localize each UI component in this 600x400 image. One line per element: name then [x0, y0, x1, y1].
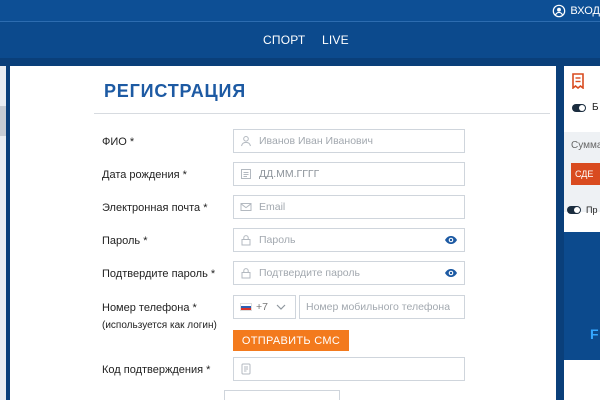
- country-code-value: +7: [256, 301, 268, 313]
- eye-icon[interactable]: [444, 234, 458, 246]
- left-sidebar-marker: [0, 106, 6, 136]
- phone-placeholder: Номер мобильного телефона: [306, 301, 451, 313]
- phone-sublabel: (используется как логин): [102, 320, 217, 331]
- place-bet-button[interactable]: СДЕ: [571, 163, 600, 185]
- left-sidebar-edge: [0, 66, 6, 400]
- toggle-label: Пр: [586, 205, 598, 215]
- email-label: Электронная почта *: [102, 202, 208, 214]
- confirmation-code-field[interactable]: [233, 357, 465, 381]
- registration-panel: РЕГИСТРАЦИЯ ФИО * Иванов Иван Иванович Д…: [10, 66, 556, 400]
- page-title: РЕГИСТРАЦИЯ: [104, 81, 246, 101]
- birthdate-field[interactable]: ДД.ММ.ГГГГ: [233, 162, 465, 186]
- send-sms-button[interactable]: ОТПРАВИТЬ СМС: [233, 330, 349, 351]
- user-icon: [241, 136, 251, 147]
- birthdate-placeholder: ДД.ММ.ГГГГ: [259, 168, 320, 180]
- phone-label: Номер телефона *: [102, 302, 197, 314]
- top-bar: ВХОД: [0, 0, 600, 22]
- login-link[interactable]: ВХОД: [552, 2, 600, 20]
- lock-icon: [241, 268, 251, 279]
- confirm-password-field[interactable]: Подтвердите пароль: [233, 261, 465, 285]
- email-field[interactable]: Email: [233, 195, 465, 219]
- amount-label: Сумма: [571, 140, 600, 151]
- user-circle-icon: [553, 4, 566, 18]
- confirm-password-placeholder: Подтвердите пароль: [259, 267, 361, 279]
- sms-code-icon: [241, 363, 251, 375]
- banner-text: F: [590, 326, 599, 342]
- birthdate-label: Дата рождения *: [102, 169, 187, 181]
- calendar-icon: [241, 169, 251, 179]
- login-label: ВХОД: [570, 5, 600, 17]
- bet-slip-icon: [572, 73, 584, 89]
- confirm-password-label: Подтвердите пароль *: [102, 268, 216, 280]
- russia-flag-icon: [240, 303, 252, 311]
- fullname-label: ФИО *: [102, 136, 135, 148]
- fullname-field[interactable]: Иванов Иван Иванович: [233, 129, 465, 153]
- nav-item-live[interactable]: LIVE: [322, 33, 349, 47]
- lock-icon: [241, 235, 251, 246]
- toggle-switch[interactable]: [572, 104, 586, 112]
- chevron-down-icon: [276, 304, 286, 310]
- envelope-icon: [240, 203, 252, 211]
- toggle-switch[interactable]: [567, 206, 581, 214]
- password-placeholder: Пароль: [259, 234, 296, 246]
- fullname-placeholder: Иванов Иван Иванович: [259, 135, 373, 147]
- phone-number-input[interactable]: Номер мобильного телефона: [299, 295, 465, 319]
- submit-button[interactable]: [224, 390, 340, 400]
- title-divider: [94, 113, 550, 114]
- confirmation-code-label: Код подтверждения *: [102, 364, 211, 376]
- toggle-label: Б: [592, 102, 599, 113]
- bet-slip-sidebar: Б Сумма СДЕ Пр F: [564, 66, 600, 400]
- main-nav: СПОРТ LIVE: [0, 23, 600, 58]
- eye-icon[interactable]: [444, 267, 458, 279]
- nav-item-sport[interactable]: СПОРТ: [263, 33, 305, 47]
- password-field[interactable]: Пароль: [233, 228, 465, 252]
- email-placeholder: Email: [259, 201, 286, 213]
- country-code-select[interactable]: +7: [233, 295, 296, 319]
- password-label: Пароль *: [102, 235, 148, 247]
